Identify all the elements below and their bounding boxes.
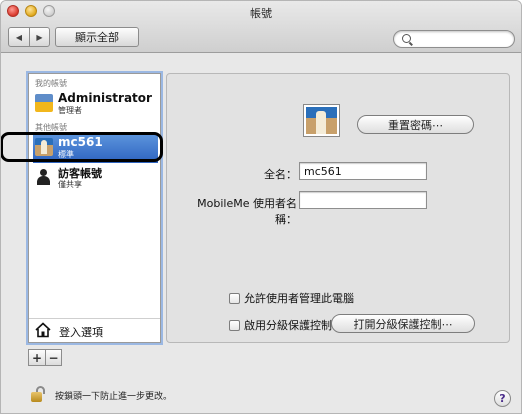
back-button[interactable]: ◀ [9, 28, 29, 46]
lock-hint-text: 按鎖頭一下防止進一步更改。 [55, 392, 173, 402]
open-parental-controls-button[interactable]: 打開分級保護控制⋯ [331, 314, 475, 333]
search-field[interactable] [393, 30, 515, 48]
accounts-preferences-window: 帳號 ◀ ▶ 顯示全部 我的帳號 Administrator 管理者 其他帳號 … [0, 0, 522, 414]
checkbox-box[interactable] [229, 292, 240, 304]
other-accounts-header: 其他帳號 [35, 123, 67, 132]
guest-silhouette-icon [35, 168, 53, 186]
chess-picture-icon [306, 107, 337, 134]
reset-password-button[interactable]: 重置密碼⋯ [357, 115, 474, 134]
account-name: Administrator [58, 91, 152, 105]
account-item-administrator[interactable]: Administrator 管理者 [33, 91, 158, 119]
login-options-item[interactable]: 登入選項 [29, 318, 160, 342]
allow-admin-checkbox[interactable]: 允許使用者管理此電腦 [229, 290, 354, 306]
full-name-field[interactable]: mc561 [299, 162, 427, 180]
mobileme-username-label: MobileMe 使用者名稱： [197, 197, 297, 226]
show-all-button[interactable]: 顯示全部 [55, 27, 139, 47]
sunflower-picture-icon [35, 94, 53, 112]
search-input[interactable] [416, 32, 510, 46]
checkbox-box[interactable] [229, 319, 240, 331]
parental-controls-label: 啟用分級保護控制 [244, 319, 332, 332]
forward-button[interactable]: ▶ [29, 28, 49, 46]
house-icon [35, 322, 51, 338]
add-account-button[interactable]: + [29, 350, 45, 365]
parental-controls-checkbox[interactable]: 啟用分級保護控制 [229, 317, 332, 333]
lock-icon[interactable] [31, 386, 45, 402]
allow-admin-label: 允許使用者管理此電腦 [244, 292, 354, 305]
title-toolbar: 帳號 ◀ ▶ 顯示全部 [1, 1, 521, 53]
accounts-sidebar: 我的帳號 Administrator 管理者 其他帳號 mc561 標準 訪客帳… [28, 73, 161, 343]
account-name: mc561 [58, 135, 103, 149]
chess-picture-icon [35, 138, 53, 156]
window-title: 帳號 [250, 7, 272, 20]
account-details-panel: 重置密碼⋯ 全名： mc561 MobileMe 使用者名稱： 允許使用者管理此… [166, 73, 510, 343]
account-role: 僅共享 [58, 180, 82, 189]
back-forward-control: ◀ ▶ [8, 27, 50, 47]
add-remove-control: + − [28, 349, 62, 366]
account-role: 標準 [58, 150, 74, 159]
user-picture-well[interactable] [303, 104, 340, 137]
login-options-label: 登入選項 [59, 326, 103, 339]
full-name-label: 全名： [264, 168, 297, 181]
account-role: 管理者 [58, 106, 82, 115]
remove-account-button[interactable]: − [45, 350, 61, 365]
mobileme-username-field[interactable] [299, 191, 427, 209]
help-button[interactable]: ? [494, 390, 511, 407]
my-account-header: 我的帳號 [35, 79, 67, 88]
search-icon [402, 34, 411, 43]
account-item-mc561[interactable]: mc561 標準 [33, 135, 158, 163]
account-item-guest[interactable]: 訪客帳號 僅共享 [33, 165, 158, 193]
